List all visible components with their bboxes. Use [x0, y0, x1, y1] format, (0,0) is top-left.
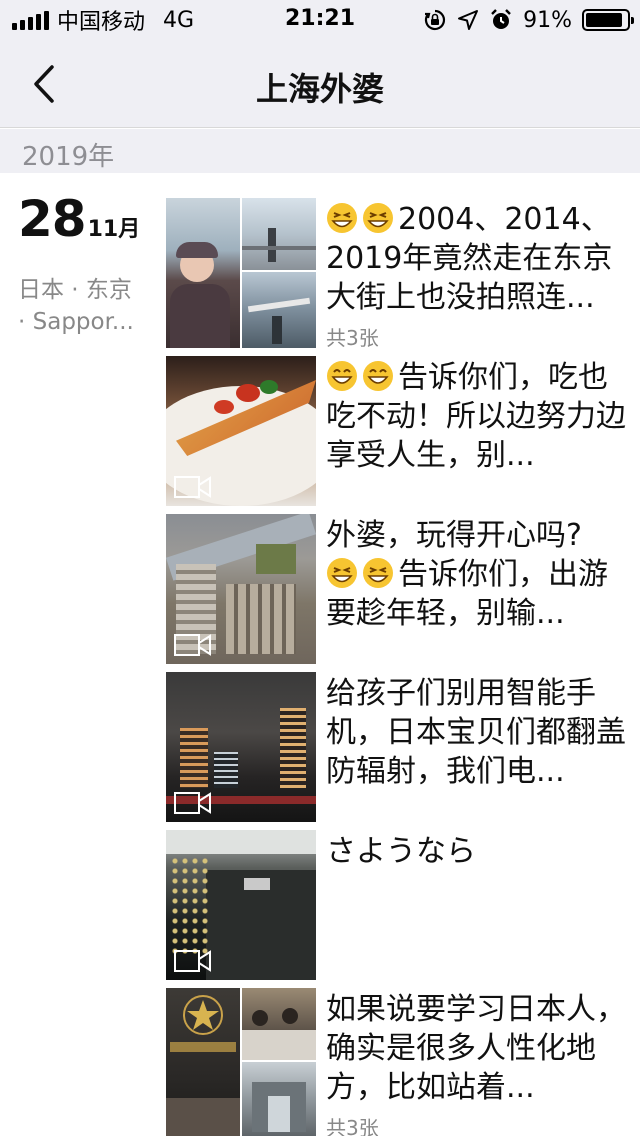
post-text-body: 给孩子们别用智能手机，日本宝贝们都翻盖防辐射，我们电...	[326, 676, 626, 789]
photo-grid-thumbnail	[166, 198, 316, 348]
post-text-body: さようなら	[326, 834, 476, 869]
alarm-icon	[491, 9, 511, 29]
day-number: 28	[18, 190, 87, 248]
video-thumbnail	[166, 672, 316, 822]
photo-thumbnail	[166, 198, 240, 348]
photo-count: 共3张	[326, 326, 379, 350]
location-line-2[interactable]: · Sappor...	[18, 306, 158, 338]
grin-squint-emoji-icon	[327, 203, 357, 233]
post-text: 2004、2014、2019年竟然走在东京大街上也没拍照连...	[326, 200, 628, 317]
photo-thumbnail	[242, 198, 316, 270]
post-text-body: 如果说要学习日本人，确实是很多人性化地方，比如站着...	[326, 992, 626, 1105]
post-text: 如果说要学习日本人，确实是很多人性化地方，比如站着...	[326, 990, 628, 1107]
video-thumbnail	[166, 830, 316, 980]
video-thumbnail	[166, 514, 316, 664]
rotation-lock-icon	[424, 9, 446, 31]
grin-squint-emoji-icon	[363, 203, 393, 233]
battery-icon	[582, 9, 634, 31]
location-line-1: 日本 · 东京	[18, 277, 132, 303]
year-label: 2019年	[22, 142, 115, 172]
date-column: 28 11月 日本 · 东京 · Sappor...	[18, 190, 158, 338]
page-title: 上海外婆	[255, 70, 384, 108]
post-text: 告诉你们，吃也吃不动！所以边努力边享受人生，别...	[326, 358, 628, 475]
post-text: さようなら	[326, 832, 628, 871]
post-text-intro: 外婆，玩得开心吗?	[326, 518, 582, 553]
photo-thumbnail	[242, 1062, 316, 1136]
star-logo-icon	[183, 995, 223, 1035]
post-item[interactable]: 给孩子们别用智能手机，日本宝贝们都翻盖防辐射，我们电...	[166, 672, 630, 822]
battery-percent: 91%	[523, 7, 572, 33]
grin-emoji-icon	[363, 361, 393, 391]
location-arrow-icon	[458, 10, 479, 30]
photo-grid-thumbnail	[166, 988, 316, 1136]
month-label: 11月	[87, 217, 141, 242]
status-bar: 中国移动 4G 21:21 91%	[0, 0, 640, 40]
photo-thumbnail	[242, 272, 316, 348]
grin-squint-emoji-icon	[327, 558, 357, 588]
video-thumbnail	[166, 356, 316, 506]
post-text: 外婆，玩得开心吗? 告诉你们，出游要趁年轻，别输...	[326, 516, 628, 633]
post-item[interactable]: さようなら	[166, 830, 630, 980]
video-camera-icon	[174, 634, 211, 656]
photo-count: 共3张	[326, 1116, 379, 1136]
video-camera-icon	[174, 950, 211, 972]
post-item[interactable]: 如果说要学习日本人，确实是很多人性化地方，比如站着... 共3张	[166, 988, 630, 1136]
post-item[interactable]: 告诉你们，吃也吃不动！所以边努力边享受人生，别...	[166, 356, 630, 506]
photo-thumbnail	[166, 988, 240, 1136]
post-item[interactable]: 2004、2014、2019年竟然走在东京大街上也没拍照连... 共3张	[166, 198, 630, 350]
grin-squint-emoji-icon	[363, 558, 393, 588]
photo-thumbnail	[242, 988, 316, 1060]
nav-bar: 上海外婆	[0, 40, 640, 128]
year-section-header: 2019年	[0, 129, 640, 173]
post-text: 给孩子们别用智能手机，日本宝贝们都翻盖防辐射，我们电...	[326, 674, 628, 791]
video-camera-icon	[174, 476, 211, 498]
video-camera-icon	[174, 792, 211, 814]
grin-emoji-icon	[327, 361, 357, 391]
post-item[interactable]: 外婆，玩得开心吗? 告诉你们，出游要趁年轻，别输...	[166, 514, 630, 664]
